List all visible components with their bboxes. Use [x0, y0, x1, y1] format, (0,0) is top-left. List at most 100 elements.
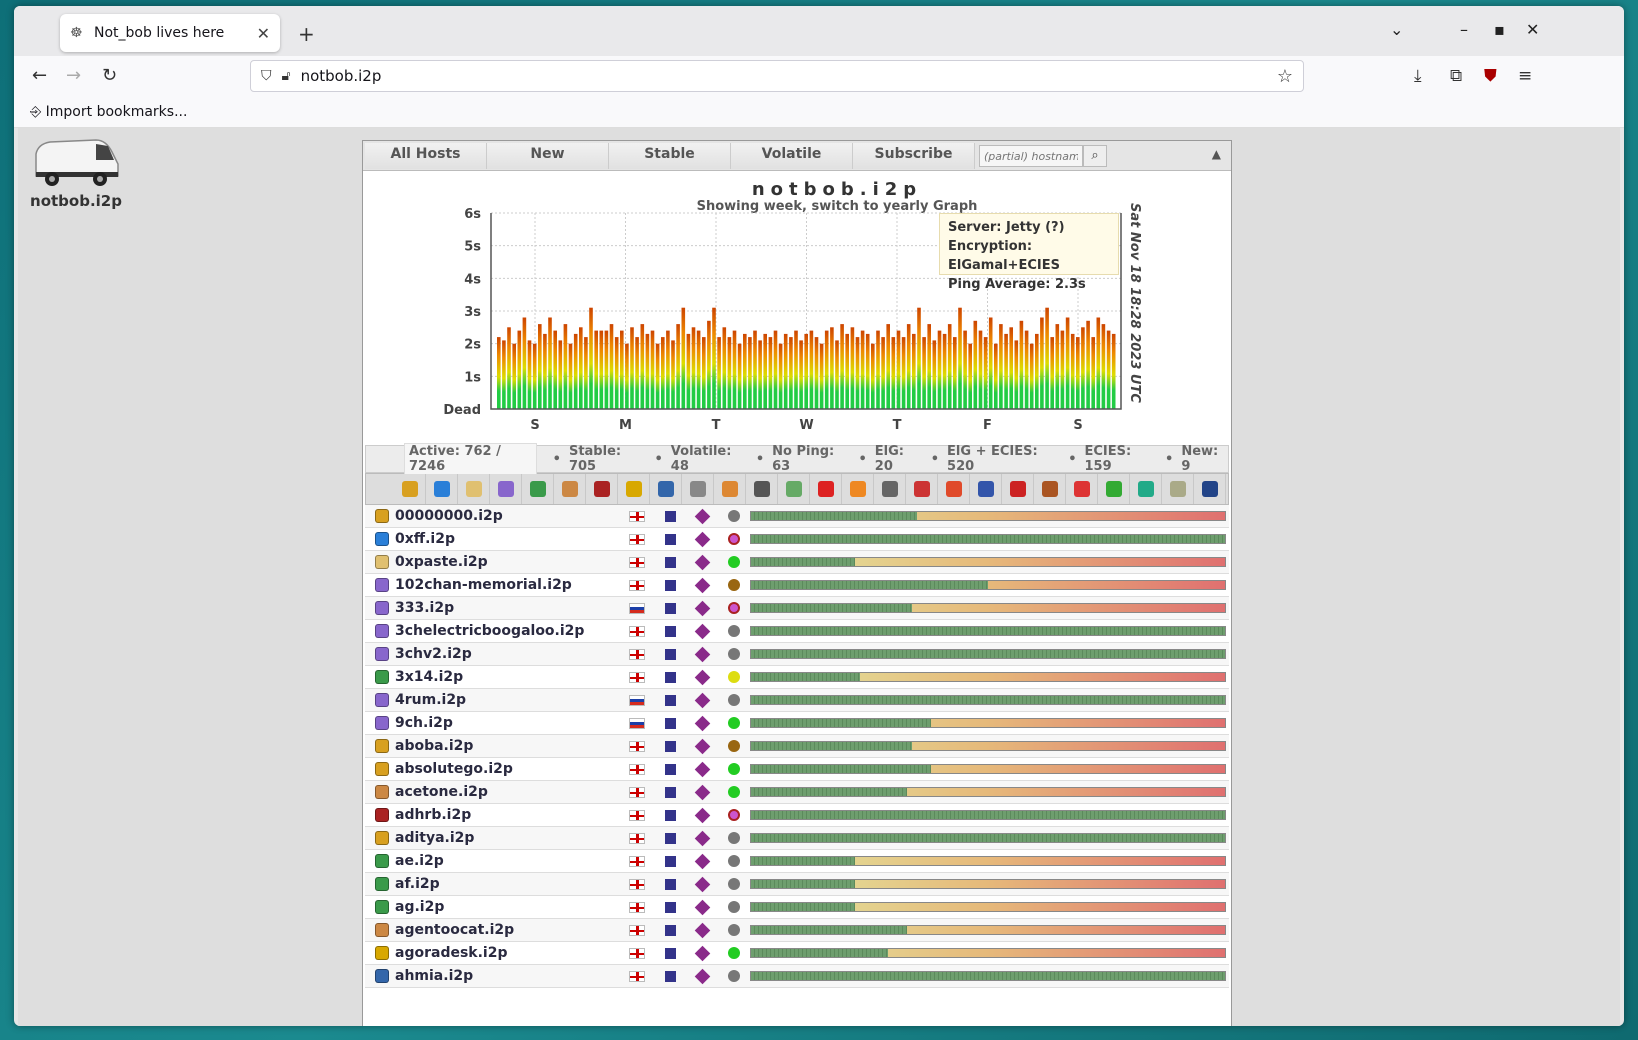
reload-icon[interactable]: ↻	[102, 65, 117, 86]
diamond-icon[interactable]	[694, 531, 711, 547]
host-link[interactable]: ae.i2p	[395, 853, 623, 869]
square-icon[interactable]	[665, 901, 676, 913]
diamond-icon[interactable]	[694, 876, 711, 892]
diamond-icon[interactable]	[694, 623, 711, 639]
shield-icon[interactable]: ⛉	[261, 68, 272, 84]
host-link[interactable]: ag.i2p	[395, 899, 623, 915]
tab-all-hosts[interactable]: All Hosts	[365, 143, 487, 169]
stat-volatile[interactable]: Volatile: 48	[671, 444, 748, 474]
stat-elg-ecies[interactable]: ElG + ECIES: 520	[947, 444, 1060, 474]
category-icon[interactable]	[375, 532, 389, 546]
square-icon[interactable]	[665, 671, 676, 683]
close-tab-icon[interactable]: ✕	[257, 24, 270, 43]
wrench-icon[interactable]	[874, 474, 906, 504]
diamond-icon[interactable]	[694, 922, 711, 938]
diamond-icon[interactable]	[694, 784, 711, 800]
lifering-icon[interactable]	[1066, 474, 1098, 504]
satellite-icon[interactable]	[682, 474, 714, 504]
category-icon[interactable]	[375, 808, 389, 822]
diamond-icon[interactable]	[694, 600, 711, 616]
tab-subscribe[interactable]: Subscribe	[853, 143, 975, 169]
square-icon[interactable]	[665, 717, 676, 729]
square-icon[interactable]	[665, 740, 676, 752]
paste-icon[interactable]	[458, 474, 490, 504]
host-link[interactable]: absolutego.i2p	[395, 761, 623, 777]
square-icon[interactable]	[665, 556, 676, 568]
square-icon[interactable]	[665, 625, 676, 637]
category-icon[interactable]	[375, 877, 389, 891]
square-icon[interactable]	[665, 970, 676, 982]
host-link[interactable]: 3chv2.i2p	[395, 646, 623, 662]
host-link[interactable]: ahmia.i2p	[395, 968, 623, 984]
diamond-icon[interactable]	[694, 669, 711, 685]
category-icon[interactable]	[375, 693, 389, 707]
host-link[interactable]: 4rum.i2p	[395, 692, 623, 708]
stat-elg[interactable]: ElG: 20	[875, 444, 923, 474]
package-icon[interactable]	[842, 474, 874, 504]
diamond-icon[interactable]	[694, 807, 711, 823]
magnet-icon[interactable]	[1002, 474, 1034, 504]
host-link[interactable]: adhrb.i2p	[395, 807, 623, 823]
square-icon[interactable]	[665, 510, 676, 522]
bookmark-star-icon[interactable]: ☆	[1277, 66, 1293, 87]
terminal-icon[interactable]	[1194, 474, 1226, 504]
gamepad-icon[interactable]	[746, 474, 778, 504]
diamond-icon[interactable]	[694, 968, 711, 984]
video-icon[interactable]	[1034, 474, 1066, 504]
square-icon[interactable]	[665, 786, 676, 798]
category-icon[interactable]	[375, 923, 389, 937]
downloads-icon[interactable]: ⤓	[1414, 66, 1422, 86]
diamond-icon[interactable]	[694, 899, 711, 915]
url-text[interactable]: notbob.i2p	[301, 67, 382, 85]
forward-icon[interactable]: →	[66, 65, 81, 86]
square-icon[interactable]	[665, 878, 676, 890]
category-icon[interactable]	[375, 601, 389, 615]
i2p-icon[interactable]	[1162, 474, 1194, 504]
magnifier-icon[interactable]	[650, 474, 682, 504]
host-link[interactable]: agoradesk.i2p	[395, 945, 623, 961]
category-icon[interactable]	[375, 969, 389, 983]
site-logo[interactable]: notbob.i2p	[26, 136, 126, 210]
host-link[interactable]: aboba.i2p	[395, 738, 623, 754]
tab-volatile[interactable]: Volatile	[731, 143, 853, 169]
leaf-icon[interactable]	[1098, 474, 1130, 504]
insecure-lock-icon[interactable]: 🔓︎	[282, 68, 291, 84]
host-link[interactable]: 102chan-memorial.i2p	[395, 577, 623, 593]
globe-icon[interactable]	[522, 474, 554, 504]
stat-ecies[interactable]: ECIES: 159	[1085, 444, 1158, 474]
host-link[interactable]: af.i2p	[395, 876, 623, 892]
upload-icon[interactable]	[426, 474, 458, 504]
diamond-icon[interactable]	[694, 853, 711, 869]
tab-stable[interactable]: Stable	[609, 143, 731, 169]
diamond-icon[interactable]	[694, 715, 711, 731]
books-icon[interactable]	[906, 474, 938, 504]
host-link[interactable]: acetone.i2p	[395, 784, 623, 800]
category-icon[interactable]	[375, 854, 389, 868]
stat-new[interactable]: New: 9	[1181, 444, 1228, 474]
category-icon[interactable]	[375, 555, 389, 569]
square-icon[interactable]	[665, 924, 676, 936]
diamond-icon[interactable]	[694, 646, 711, 662]
ublock-icon[interactable]: ⛊	[1484, 66, 1497, 86]
alert-icon[interactable]	[810, 474, 842, 504]
host-link[interactable]: 3x14.i2p	[395, 669, 623, 685]
category-icon[interactable]	[375, 578, 389, 592]
menu-icon[interactable]: ≡	[1518, 66, 1532, 86]
back-icon[interactable]: ←	[32, 65, 47, 86]
extensions-icon[interactable]: ⧉	[1450, 66, 1462, 86]
host-link[interactable]: 3chelectricboogaloo.i2p	[395, 623, 623, 639]
stat-stable[interactable]: Stable: 705	[569, 444, 647, 474]
diamond-icon[interactable]	[694, 692, 711, 708]
square-icon[interactable]	[665, 763, 676, 775]
close-window-icon[interactable]: ✕	[1526, 20, 1539, 39]
stats-icon[interactable]	[714, 474, 746, 504]
host-link[interactable]: 333.i2p	[395, 600, 623, 616]
imageboard-icon[interactable]	[490, 474, 522, 504]
category-icon[interactable]	[375, 670, 389, 684]
diamond-icon[interactable]	[694, 738, 711, 754]
search-icon[interactable]: ⌕	[1083, 145, 1107, 167]
square-icon[interactable]	[665, 809, 676, 821]
square-icon[interactable]	[665, 855, 676, 867]
category-icon[interactable]	[375, 762, 389, 776]
category-icon[interactable]	[375, 785, 389, 799]
